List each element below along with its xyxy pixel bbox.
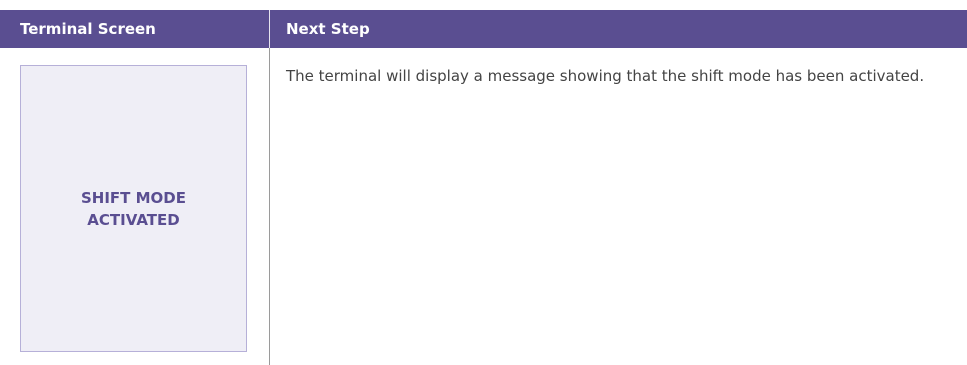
table-header-row: Terminal Screen Next Step: [0, 10, 967, 48]
next-step-description: The terminal will display a message show…: [286, 67, 925, 85]
header-next-step: Next Step: [286, 20, 370, 38]
terminal-message: SHIFT MODE ACTIVATED: [80, 188, 186, 229]
header-terminal-screen: Terminal Screen: [20, 20, 156, 38]
column-divider: [269, 48, 270, 365]
terminal-screen-mockup: SHIFT MODE ACTIVATED: [20, 65, 247, 352]
instruction-table: Terminal Screen Next Step SHIFT MODE ACT…: [0, 10, 967, 365]
